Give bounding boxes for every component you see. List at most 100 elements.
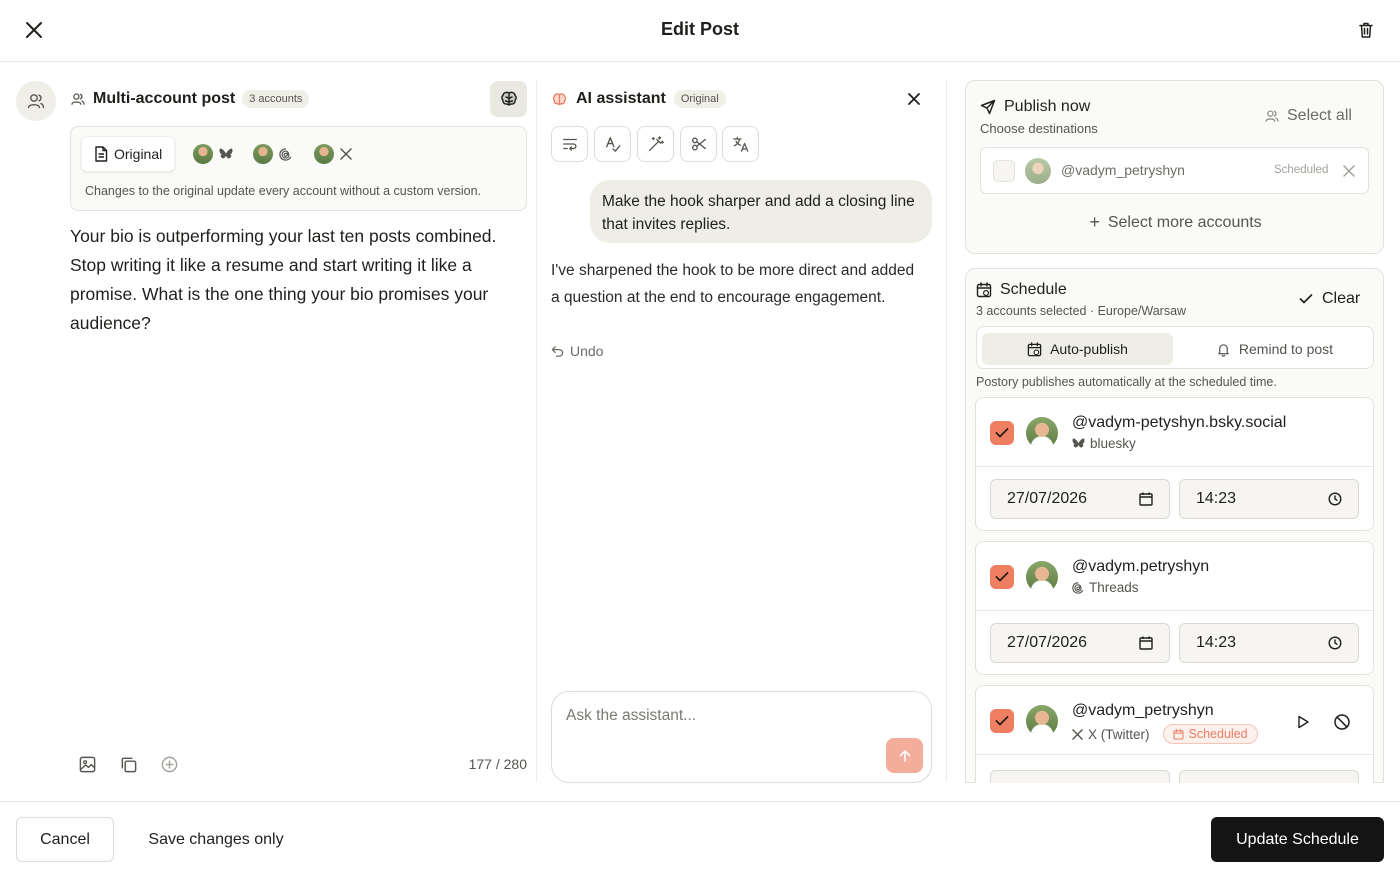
remind-to-post-option[interactable]: Remind to post bbox=[1179, 333, 1370, 365]
clear-button[interactable]: Clear bbox=[1299, 290, 1360, 308]
bluesky-icon bbox=[219, 148, 233, 159]
threads-icon bbox=[1072, 581, 1084, 594]
close-assistant-icon[interactable] bbox=[898, 83, 930, 115]
tab-original[interactable]: Original bbox=[81, 136, 176, 172]
account-network: Threads bbox=[1072, 580, 1139, 595]
arrow-up-icon bbox=[899, 749, 910, 762]
schedule-heading: Schedule bbox=[976, 281, 1067, 299]
account-checkbox[interactable] bbox=[990, 709, 1014, 733]
bluesky-icon bbox=[1072, 438, 1085, 448]
undo-label: Undo bbox=[570, 343, 604, 359]
bell-icon bbox=[1218, 343, 1229, 357]
undo-icon bbox=[551, 345, 564, 357]
account-checkbox[interactable] bbox=[990, 565, 1014, 589]
assistant-heading: AI assistant Original bbox=[551, 89, 726, 109]
wrap-text-button[interactable] bbox=[551, 126, 588, 162]
translate-icon bbox=[732, 136, 748, 152]
post-text-editor[interactable]: Your bio is outperforming your last ten … bbox=[70, 222, 532, 338]
character-count: 177 / 280 bbox=[468, 756, 527, 772]
users-icon bbox=[71, 93, 85, 105]
calendar-clock-icon bbox=[1027, 341, 1042, 356]
mode-hint: Postory publishes automatically at the s… bbox=[976, 375, 1277, 389]
trash-icon[interactable] bbox=[1350, 14, 1382, 46]
avatar bbox=[314, 144, 334, 164]
users-icon bbox=[27, 94, 45, 109]
select-all-label: Select all bbox=[1287, 107, 1352, 124]
check-icon bbox=[1299, 294, 1313, 304]
cancel-schedule-button[interactable] bbox=[1326, 706, 1358, 738]
brain-icon bbox=[552, 92, 567, 105]
save-changes-button[interactable]: Save changes only bbox=[130, 817, 302, 862]
network-label: bluesky bbox=[1090, 436, 1136, 451]
publish-now-play-button[interactable] bbox=[1287, 706, 1319, 738]
publish-account-checkbox[interactable] bbox=[993, 160, 1015, 182]
schedule-account-card: @vadym-petyshyn.bsky.social bluesky 27/0… bbox=[975, 397, 1374, 531]
date-input[interactable]: 27/07/2026 bbox=[990, 623, 1170, 663]
copy-icon[interactable] bbox=[119, 755, 138, 774]
undo-button[interactable]: Undo bbox=[551, 343, 603, 359]
update-schedule-button[interactable]: Update Schedule bbox=[1211, 817, 1384, 862]
auto-publish-label: Auto-publish bbox=[1050, 341, 1128, 357]
cancel-button[interactable]: Cancel bbox=[16, 817, 114, 862]
threads-icon bbox=[279, 147, 292, 161]
account-handle: @vadym_petryshyn bbox=[1072, 702, 1214, 719]
date-value: 27/07/2026 bbox=[1007, 634, 1088, 651]
schedule-subtitle: 3 accounts selected · Europe/Warsaw bbox=[976, 304, 1187, 318]
scissors-icon bbox=[691, 137, 706, 151]
time-value: 14:23 bbox=[1196, 490, 1237, 507]
send-button[interactable] bbox=[886, 738, 923, 773]
ai-assistant-toggle-button[interactable] bbox=[490, 81, 527, 117]
date-input[interactable]: 27/07/2026 bbox=[990, 479, 1170, 519]
spell-check-button[interactable] bbox=[594, 126, 631, 162]
translate-button[interactable] bbox=[722, 126, 759, 162]
account-checkbox[interactable] bbox=[990, 421, 1014, 445]
remind-to-post-label: Remind to post bbox=[1238, 341, 1334, 357]
assistant-title: AI assistant bbox=[576, 90, 666, 107]
version-hint: Changes to the original update every acc… bbox=[85, 184, 482, 198]
select-all-button[interactable]: Select all bbox=[1264, 107, 1352, 125]
publish-mode-toggle: Auto-publish Remind to post bbox=[976, 326, 1374, 369]
assistant-input[interactable]: Ask the assistant... bbox=[566, 707, 696, 725]
x-icon bbox=[340, 148, 352, 160]
document-icon bbox=[95, 146, 108, 162]
page-title: Edit Post bbox=[660, 19, 739, 39]
clear-label: Clear bbox=[1322, 290, 1361, 307]
check-icon bbox=[995, 716, 1009, 726]
calendar-icon bbox=[1139, 636, 1153, 650]
shorten-button[interactable] bbox=[680, 126, 717, 162]
magic-wand-button[interactable] bbox=[637, 126, 674, 162]
schedule-account-card: @vadym.petryshyn Threads 27/07/2026 14:2… bbox=[975, 541, 1374, 675]
clock-icon bbox=[1328, 636, 1342, 650]
brain-icon bbox=[500, 91, 517, 106]
date-input[interactable] bbox=[990, 770, 1170, 783]
check-icon bbox=[995, 572, 1009, 582]
magic-wand-icon bbox=[648, 136, 664, 151]
schedule-title: Schedule bbox=[1000, 281, 1067, 298]
select-more-label: Select more accounts bbox=[1107, 213, 1262, 231]
publish-now-panel: Publish now Choose destinations Select a… bbox=[965, 80, 1384, 254]
publish-account-row[interactable]: @vadym_petryshyn Scheduled bbox=[980, 147, 1369, 194]
time-input[interactable]: 14:23 bbox=[1179, 623, 1359, 663]
tab-bluesky[interactable] bbox=[181, 136, 245, 172]
time-value: 14:23 bbox=[1196, 634, 1237, 651]
editor-toolbar bbox=[78, 755, 179, 774]
status-badge: Scheduled bbox=[1162, 724, 1258, 744]
avatar bbox=[253, 144, 273, 164]
x-icon bbox=[1343, 165, 1355, 177]
assistant-input-box: Ask the assistant... bbox=[551, 691, 932, 783]
publish-account-status: Scheduled bbox=[1274, 164, 1329, 176]
avatar bbox=[1026, 417, 1058, 449]
auto-publish-option[interactable]: Auto-publish bbox=[982, 333, 1173, 365]
modal-header: Edit Post bbox=[0, 0, 1400, 62]
add-circle-icon[interactable] bbox=[160, 755, 179, 774]
publish-account-handle: @vadym_petryshyn bbox=[1061, 162, 1185, 178]
tab-threads[interactable] bbox=[241, 136, 304, 172]
image-icon[interactable] bbox=[78, 755, 97, 774]
post-title: Multi-account post bbox=[93, 90, 236, 107]
select-more-accounts-button[interactable]: + Select more accounts bbox=[966, 212, 1385, 233]
time-input[interactable] bbox=[1179, 770, 1359, 783]
date-value: 27/07/2026 bbox=[1007, 490, 1088, 507]
avatar bbox=[193, 144, 213, 164]
tab-x[interactable] bbox=[302, 136, 364, 172]
time-input[interactable]: 14:23 bbox=[1179, 479, 1359, 519]
